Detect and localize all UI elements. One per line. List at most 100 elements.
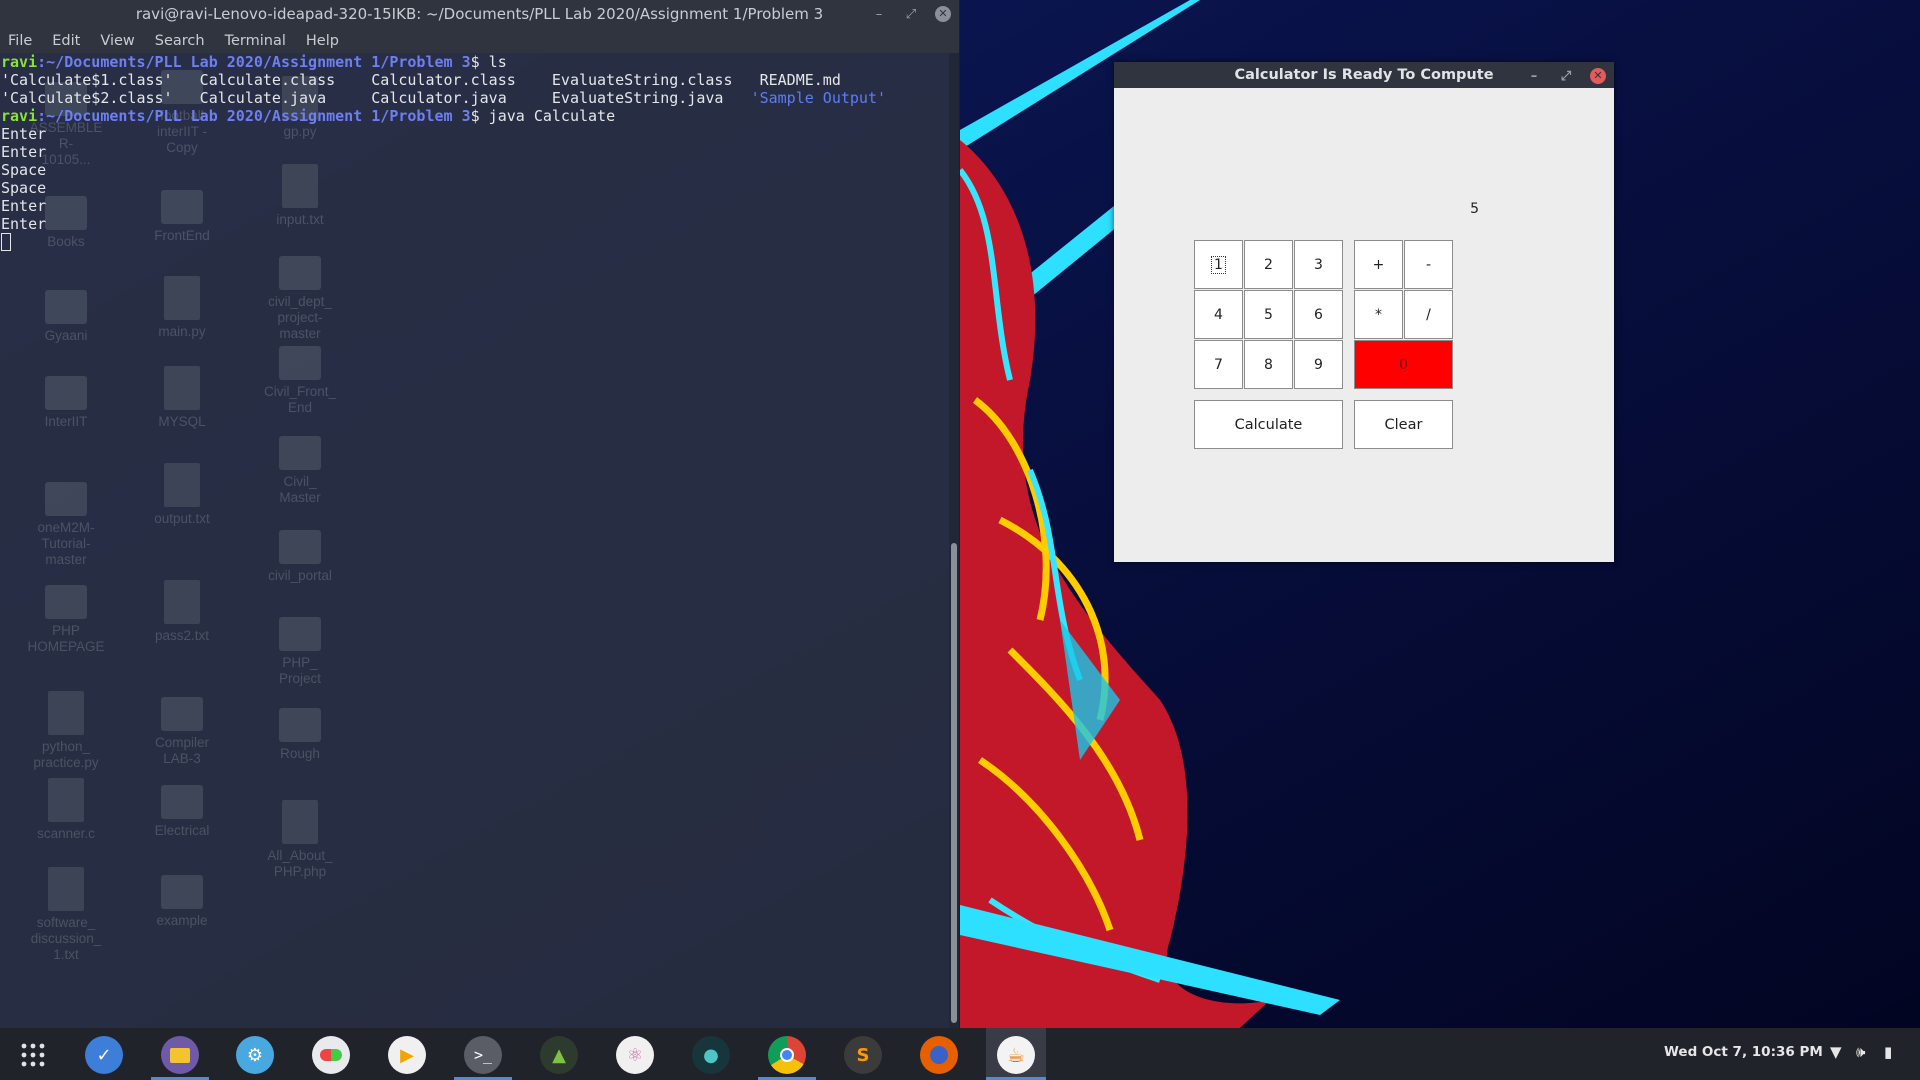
maximize-button[interactable]: ⤢ bbox=[1558, 69, 1574, 84]
desktop-icon-label: All_About_ PHP.php bbox=[267, 848, 333, 879]
java-app-slot[interactable]: ☕ bbox=[986, 1028, 1046, 1080]
desktop-icon-folder: Civil_ Master bbox=[240, 436, 360, 506]
output-line: Enter bbox=[1, 197, 47, 215]
key-6[interactable]: 6 bbox=[1294, 290, 1343, 339]
calculate-button[interactable]: Calculate bbox=[1194, 400, 1343, 449]
desktop-icon-folder: civil_portal bbox=[240, 530, 360, 584]
gitkraken-icon[interactable]: ● bbox=[692, 1036, 730, 1074]
java-icon[interactable]: ☕ bbox=[997, 1036, 1035, 1074]
key-0[interactable]: 0 bbox=[1354, 340, 1453, 389]
terminal-scrollbar[interactable] bbox=[949, 53, 959, 1028]
key-multiply[interactable]: * bbox=[1354, 290, 1403, 339]
desktop-icon-label: MYSQL bbox=[158, 414, 206, 429]
desktop-icon-label: oneM2M- Tutorial- master bbox=[37, 520, 95, 567]
file-icon bbox=[164, 276, 200, 320]
desktop-icon-label: example bbox=[156, 913, 208, 928]
output-line: Enter bbox=[1, 143, 47, 161]
terminal-icon[interactable]: >_ bbox=[464, 1036, 502, 1074]
key-9[interactable]: 9 bbox=[1294, 340, 1343, 389]
clock[interactable]: Wed Oct 7, 10:36 PM bbox=[1664, 1044, 1823, 1060]
scrollbar-thumb[interactable] bbox=[951, 543, 957, 1023]
ls-output-row: 'Calculate$2.class' Calculate.java Calcu… bbox=[1, 89, 751, 107]
desktop-icon-folder: oneM2M- Tutorial- master bbox=[6, 482, 126, 568]
key-1[interactable]: 1 bbox=[1194, 240, 1243, 289]
media-player-icon[interactable]: ▶ bbox=[388, 1036, 426, 1074]
toggle-app-icon[interactable] bbox=[312, 1036, 350, 1074]
desktop-icon-folder: InterIIT bbox=[6, 376, 126, 430]
prompt-path: :~/Documents/PLL Lab 2020/Assignment 1/P… bbox=[37, 53, 471, 71]
key-2[interactable]: 2 bbox=[1244, 240, 1293, 289]
chrome-icon[interactable] bbox=[768, 1036, 806, 1074]
desktop-icon-label: Electrical bbox=[154, 823, 210, 838]
terminal-window[interactable]: ravi@ravi-Lenovo-ideapad-320-15IKB: ~/Do… bbox=[0, 0, 960, 1028]
tasks-icon[interactable]: ✓ bbox=[85, 1036, 123, 1074]
file-icon bbox=[164, 463, 200, 507]
calculator-titlebar[interactable]: Calculator Is Ready To Compute – ⤢ ✕ bbox=[1114, 62, 1614, 88]
menu-terminal[interactable]: Terminal bbox=[225, 33, 286, 49]
menu-search[interactable]: Search bbox=[155, 33, 205, 49]
folder-icon bbox=[279, 617, 321, 651]
desktop-icon-label: civil_portal bbox=[268, 568, 332, 583]
sublime-text-icon[interactable]: S bbox=[844, 1036, 882, 1074]
terminal-title: ravi@ravi-Lenovo-ideapad-320-15IKB: ~/Do… bbox=[135, 5, 824, 23]
desktop-icon-file: MYSQL bbox=[122, 366, 242, 430]
key-8[interactable]: 8 bbox=[1244, 340, 1293, 389]
close-button[interactable]: ✕ bbox=[935, 6, 951, 22]
output-line: Space bbox=[1, 179, 47, 197]
prompt-user: ravi bbox=[1, 53, 38, 71]
taskbar: ✓ ⚙ ▶ >_ ▲ ⚛ ● S ☕ Wed Oct 7, 10:36 PM ▼… bbox=[0, 1028, 1920, 1080]
calculator-title: Calculator Is Ready To Compute bbox=[1234, 67, 1494, 83]
close-button[interactable]: ✕ bbox=[1590, 68, 1606, 84]
menu-edit[interactable]: Edit bbox=[52, 33, 80, 49]
calculator-window[interactable]: Calculator Is Ready To Compute – ⤢ ✕ 5 1… bbox=[1114, 62, 1614, 562]
desktop-icon-label: PHP_ Project bbox=[278, 655, 322, 686]
clear-button[interactable]: Clear bbox=[1354, 400, 1453, 449]
ls-output-dir: 'Sample Output' bbox=[750, 89, 887, 107]
desktop-icon-label: python_ practice.py bbox=[33, 739, 99, 770]
folder-icon bbox=[279, 436, 321, 470]
desktop-icon-label: scanner.c bbox=[37, 826, 95, 841]
output-line: Enter bbox=[1, 215, 47, 233]
atom-icon[interactable]: ⚛ bbox=[616, 1036, 654, 1074]
key-4[interactable]: 4 bbox=[1194, 290, 1243, 339]
desktop-icon-folder: Electrical bbox=[122, 785, 242, 839]
firefox-icon[interactable] bbox=[920, 1036, 958, 1074]
terminal-titlebar[interactable]: ravi@ravi-Lenovo-ideapad-320-15IKB: ~/Do… bbox=[0, 0, 959, 28]
menu-file[interactable]: File bbox=[8, 33, 32, 49]
command-java: $ java Calculate bbox=[470, 107, 616, 125]
desktop-icon-file: All_About_ PHP.php bbox=[240, 800, 360, 880]
terminal-cursor bbox=[1, 233, 11, 251]
desktop-icon-label: Civil_ Master bbox=[279, 474, 321, 505]
key-plus[interactable]: + bbox=[1354, 240, 1403, 289]
key-5[interactable]: 5 bbox=[1244, 290, 1293, 339]
key-divide[interactable]: / bbox=[1404, 290, 1453, 339]
wifi-icon[interactable]: ▼ bbox=[1830, 1043, 1842, 1061]
minimize-button[interactable]: – bbox=[871, 7, 887, 22]
settings-icon[interactable]: ⚙ bbox=[236, 1036, 274, 1074]
command-ls: $ ls bbox=[470, 53, 507, 71]
desktop-icon-file: software_ discussion_ 1.txt bbox=[6, 867, 126, 963]
key-minus[interactable]: - bbox=[1404, 240, 1453, 289]
menu-help[interactable]: Help bbox=[306, 33, 339, 49]
terminal-body[interactable]: ASSEMBLE R- 10105... football interIIT - … bbox=[0, 53, 950, 1028]
folder-icon bbox=[45, 290, 87, 324]
files-icon[interactable] bbox=[161, 1036, 199, 1074]
terminal-menubar: File Edit View Search Terminal Help bbox=[0, 28, 959, 53]
folder-icon bbox=[161, 785, 203, 819]
volume-icon[interactable]: 🕪 bbox=[1856, 1043, 1865, 1061]
desktop-icon-label: pass2.txt bbox=[154, 628, 210, 643]
desktop-icon-label: civil_dept_ project- master bbox=[268, 294, 332, 341]
maximize-button[interactable]: ⤢ bbox=[903, 7, 919, 22]
desktop-icon-label: InterIIT bbox=[44, 414, 88, 429]
key-3[interactable]: 3 bbox=[1294, 240, 1343, 289]
clipboard-icon[interactable]: ▮ bbox=[1884, 1043, 1892, 1061]
app-grid-icon[interactable] bbox=[14, 1036, 52, 1074]
terminal-output: ravi:~/Documents/PLL Lab 2020/Assignment… bbox=[1, 53, 886, 251]
android-studio-icon[interactable]: ▲ bbox=[540, 1036, 578, 1074]
desktop-icon-file: pass2.txt bbox=[122, 580, 242, 644]
menu-view[interactable]: View bbox=[100, 33, 134, 49]
minimize-button[interactable]: – bbox=[1526, 69, 1542, 84]
output-line: Space bbox=[1, 161, 47, 179]
key-7[interactable]: 7 bbox=[1194, 340, 1243, 389]
desktop-icon-folder: Rough bbox=[240, 708, 360, 762]
